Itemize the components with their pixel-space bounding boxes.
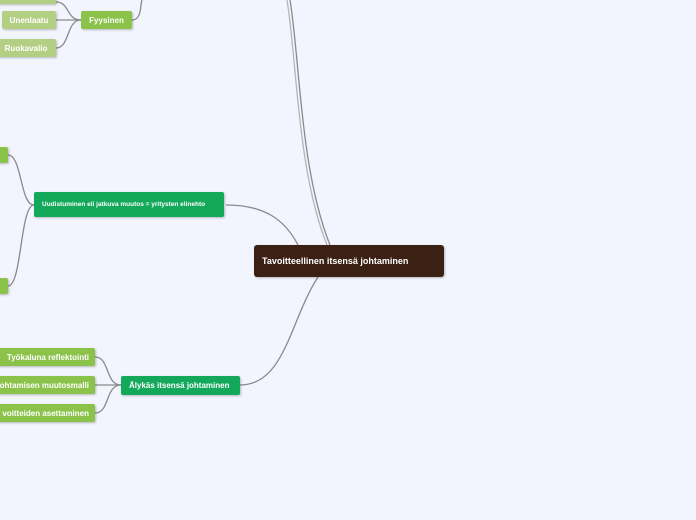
connector-central-uudistuminen bbox=[225, 204, 299, 246]
connector-uudistuminen-stub1 bbox=[7, 154, 35, 206]
leaf-node-top-partial[interactable] bbox=[0, 0, 56, 4]
subtopic-partial-lower[interactable] bbox=[0, 278, 8, 294]
subtopic-tavoitteiden-asettaminen[interactable]: voitteiden asettaminen bbox=[0, 404, 95, 422]
subtopic-fyysinen[interactable]: Fyysinen bbox=[81, 11, 132, 29]
connector-fyysinen-ruokavalio bbox=[55, 19, 82, 49]
connector-central-top-shadow bbox=[286, 0, 328, 246]
subtopic-johtamisen-muutosmalli[interactable]: johtamisen muutosmalli bbox=[0, 376, 95, 394]
leaf-unenlaatu[interactable]: Unenlaatu bbox=[2, 11, 56, 29]
leaf-ruokavalio[interactable]: Ruokavalio bbox=[0, 39, 56, 57]
topic-alykas-itsensa-johtaminen[interactable]: Älykäs itsensä johtaminen bbox=[121, 376, 240, 395]
connector-alykas-tavoite bbox=[94, 384, 122, 414]
subtopic-partial-upper[interactable] bbox=[0, 147, 8, 163]
connector-fyysinen-up bbox=[131, 0, 143, 21]
central-topic[interactable]: Tavoitteellinen itsensä johtaminen bbox=[254, 245, 444, 277]
connector-central-top bbox=[289, 0, 331, 246]
connector-fyysinen-topstub bbox=[55, 1, 82, 21]
subtopic-tyokaluna-reflektointi[interactable]: Työkaluna reflektointi bbox=[0, 348, 95, 366]
connector-central-alykas bbox=[239, 276, 319, 386]
topic-uudistuminen[interactable]: Uudistuminen eli jatkuva muutos = yritys… bbox=[34, 192, 224, 217]
connector-alykas-tyokalu bbox=[94, 356, 122, 386]
connector-uudistuminen-stub2 bbox=[7, 204, 35, 287]
